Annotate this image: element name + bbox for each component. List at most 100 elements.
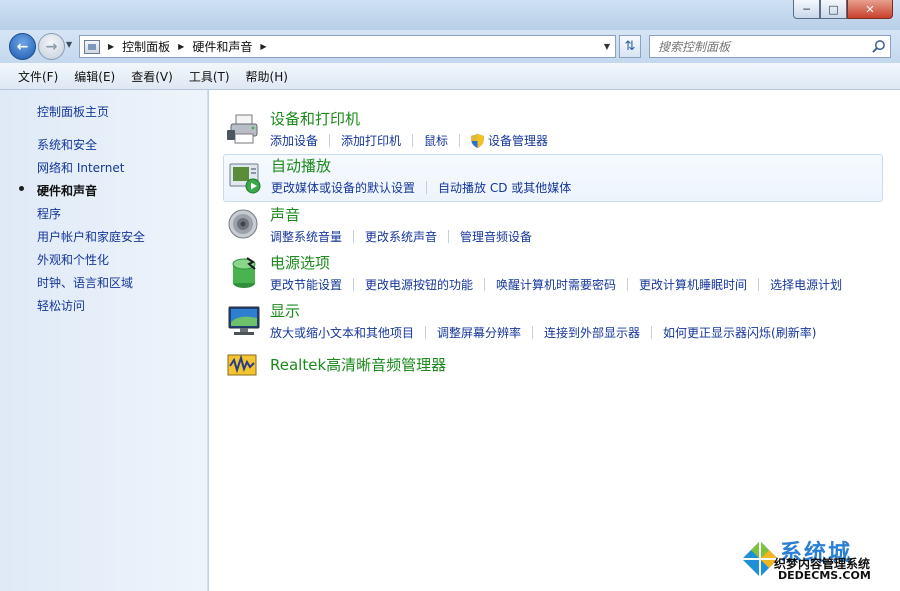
link-separator: [329, 134, 331, 147]
minimize-icon: ─: [803, 2, 810, 16]
sidebar-item-hardware-sound: 硬件和声音: [37, 184, 98, 198]
link-change-power-saving[interactable]: 更改节能设置: [270, 276, 342, 293]
sidebar-item-appearance[interactable]: 外观和个性化: [37, 251, 109, 268]
close-button[interactable]: ✕: [847, 0, 893, 19]
search-input[interactable]: [658, 39, 858, 54]
link-separator: [426, 181, 428, 194]
back-arrow-icon: ←: [16, 38, 29, 55]
link-separator: [532, 326, 534, 339]
link-fix-flicker[interactable]: 如何更正显示器闪烁(刷新率): [663, 324, 816, 341]
category-title-display[interactable]: 显示: [270, 300, 300, 321]
menu-tools[interactable]: 工具(T): [183, 68, 236, 85]
search-box[interactable]: [649, 35, 891, 58]
link-change-sounds[interactable]: 更改系统声音: [365, 228, 437, 245]
link-connect-external-display[interactable]: 连接到外部显示器: [544, 324, 640, 341]
uac-shield-icon: [471, 133, 485, 148]
link-power-button-function[interactable]: 更改电源按钮的功能: [365, 276, 473, 293]
title-bar: ─ □ ✕: [0, 0, 900, 30]
link-separator: [459, 134, 461, 147]
category-title-devices-printers[interactable]: 设备和打印机: [270, 108, 360, 129]
printer-icon[interactable]: [227, 112, 261, 146]
sidebar-item-programs[interactable]: 程序: [37, 205, 61, 222]
autoplay-icon[interactable]: [228, 160, 262, 194]
link-separator: [425, 326, 427, 339]
link-add-printer[interactable]: 添加打印机: [341, 132, 401, 149]
menu-file[interactable]: 文件(F): [12, 68, 64, 85]
link-adjust-resolution[interactable]: 调整屏幕分辨率: [437, 324, 521, 341]
sidebar-item-clock-language[interactable]: 时钟、语言和区域: [37, 274, 133, 291]
address-dropdown-icon[interactable]: ▼: [604, 42, 610, 51]
minimize-button[interactable]: ─: [793, 0, 820, 19]
window-controls: ─ □ ✕: [793, 0, 893, 19]
forward-button[interactable]: →: [38, 33, 65, 60]
link-device-manager[interactable]: 设备管理器: [488, 132, 548, 149]
maximize-icon: □: [828, 2, 839, 16]
link-separator: [353, 278, 355, 291]
link-change-media-defaults[interactable]: 更改媒体或设备的默认设置: [271, 179, 415, 196]
category-links: 调整系统音量 更改系统声音 管理音频设备: [270, 228, 532, 245]
menu-bar: 文件(F) 编辑(E) 查看(V) 工具(T) 帮助(H): [0, 63, 900, 90]
category-links: 添加设备 添加打印机 鼠标 设备管理器: [270, 132, 548, 149]
breadcrumb-arrow-icon[interactable]: ▶: [260, 42, 266, 51]
link-choose-power-plan[interactable]: 选择电源计划: [770, 276, 842, 293]
speaker-icon[interactable]: [227, 208, 261, 242]
link-separator: [448, 230, 450, 243]
link-manage-audio-devices[interactable]: 管理音频设备: [460, 228, 532, 245]
menu-edit[interactable]: 编辑(E): [68, 68, 121, 85]
link-change-sleep-time[interactable]: 更改计算机睡眠时间: [639, 276, 747, 293]
link-adjust-volume[interactable]: 调整系统音量: [270, 228, 342, 245]
refresh-icon: ⇅: [624, 39, 636, 54]
navigation-bar: ← → ▼ ▶ 控制面板 ▶ 硬件和声音 ▶ ▼ ⇅: [0, 30, 900, 63]
category-links: 更改节能设置 更改电源按钮的功能 唤醒计算机时需要密码 更改计算机睡眠时间 选择…: [270, 276, 842, 293]
link-separator: [484, 278, 486, 291]
monitor-icon[interactable]: [227, 304, 261, 338]
breadcrumb-arrow-icon[interactable]: ▶: [108, 42, 114, 51]
category-devices-printers: 设备和打印机 添加设备 添加打印机 鼠标 设备管理器: [223, 108, 883, 154]
category-power-options: 电源选项 更改节能设置 更改电源按钮的功能 唤醒计算机时需要密码 更改计算机睡眠…: [223, 252, 883, 298]
search-icon[interactable]: [871, 39, 886, 54]
category-sound: 声音 调整系统音量 更改系统声音 管理音频设备: [223, 204, 883, 250]
refresh-button[interactable]: ⇅: [619, 35, 641, 58]
close-icon: ✕: [865, 2, 875, 16]
maximize-button[interactable]: □: [820, 0, 847, 19]
link-require-password-wake[interactable]: 唤醒计算机时需要密码: [496, 276, 616, 293]
category-links: 更改媒体或设备的默认设置 自动播放 CD 或其他媒体: [271, 179, 571, 196]
main-content: 设备和打印机 添加设备 添加打印机 鼠标 设备管理器 自动播放 更改媒体或设备的…: [209, 90, 900, 591]
menu-help[interactable]: 帮助(H): [240, 68, 294, 85]
category-title-autoplay[interactable]: 自动播放: [271, 155, 331, 176]
control-panel-icon: [84, 39, 100, 54]
link-autoplay-cd[interactable]: 自动播放 CD 或其他媒体: [438, 179, 571, 196]
category-realtek: Realtek高清晰音频管理器: [223, 348, 883, 384]
watermark: 系统城 织梦内容管理系统 DEDECMS.COM: [740, 535, 900, 591]
breadcrumb-arrow-icon[interactable]: ▶: [178, 42, 184, 51]
realtek-audio-icon[interactable]: [227, 350, 257, 380]
category-autoplay: 自动播放 更改媒体或设备的默认设置 自动播放 CD 或其他媒体: [223, 154, 883, 202]
link-add-device[interactable]: 添加设备: [270, 132, 318, 149]
sidebar-item-control-panel-home[interactable]: 控制面板主页: [37, 103, 109, 120]
back-button[interactable]: ←: [9, 33, 36, 60]
sidebar: 控制面板主页 系统和安全 网络和 Internet 硬件和声音 程序 用户帐户和…: [0, 90, 208, 591]
breadcrumb-control-panel[interactable]: 控制面板: [122, 38, 170, 55]
link-separator: [627, 278, 629, 291]
link-zoom-text[interactable]: 放大或缩小文本和其他项目: [270, 324, 414, 341]
sidebar-item-ease-of-access[interactable]: 轻松访问: [37, 297, 85, 314]
link-separator: [758, 278, 760, 291]
category-title-power-options[interactable]: 电源选项: [270, 252, 330, 273]
menu-view[interactable]: 查看(V): [125, 68, 179, 85]
link-separator: [353, 230, 355, 243]
link-separator: [651, 326, 653, 339]
category-title-realtek[interactable]: Realtek高清晰音频管理器: [270, 354, 446, 375]
sidebar-item-network-internet[interactable]: 网络和 Internet: [37, 159, 124, 176]
forward-arrow-icon: →: [45, 38, 58, 55]
sidebar-item-user-accounts[interactable]: 用户帐户和家庭安全: [37, 228, 145, 245]
history-dropdown-icon[interactable]: ▼: [66, 40, 72, 49]
category-display: 显示 放大或缩小文本和其他项目 调整屏幕分辨率 连接到外部显示器 如何更正显示器…: [223, 300, 883, 346]
link-separator: [412, 134, 414, 147]
battery-icon[interactable]: [227, 256, 261, 290]
category-title-sound[interactable]: 声音: [270, 204, 300, 225]
category-links: 放大或缩小文本和其他项目 调整屏幕分辨率 连接到外部显示器 如何更正显示器闪烁(…: [270, 324, 816, 341]
breadcrumb-hardware-sound[interactable]: 硬件和声音: [192, 38, 252, 55]
address-bar[interactable]: ▶ 控制面板 ▶ 硬件和声音 ▶ ▼: [79, 35, 616, 58]
link-mouse[interactable]: 鼠标: [424, 132, 448, 149]
sidebar-item-system-security[interactable]: 系统和安全: [37, 136, 97, 153]
